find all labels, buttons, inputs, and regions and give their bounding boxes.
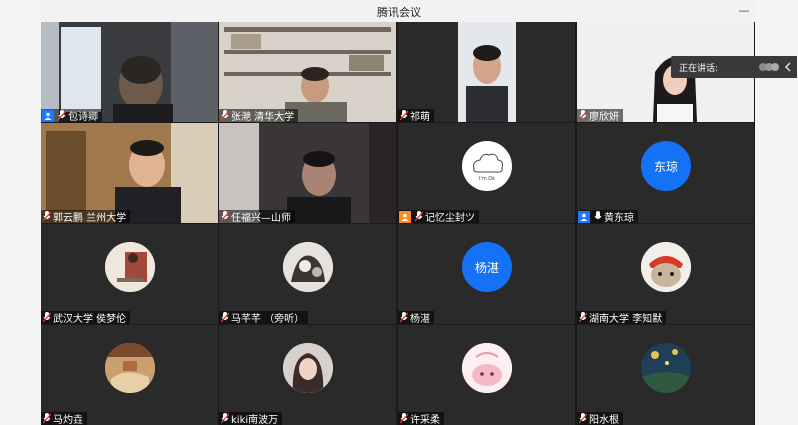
participant-name: 武汉大学 侯梦伦 bbox=[53, 314, 127, 324]
participant-tile[interactable]: 马芊芊 （旁听） bbox=[219, 224, 396, 324]
participant-name: 阳水根 bbox=[589, 415, 619, 425]
avatar: 杨湛 bbox=[462, 242, 512, 292]
participant-name: 包诗卿 bbox=[68, 112, 98, 122]
name-label: 许采柔 bbox=[398, 412, 444, 425]
profile-photo bbox=[283, 343, 333, 393]
participant-name: 马灼垚 bbox=[53, 415, 83, 425]
mic-muted-icon bbox=[400, 312, 408, 323]
name-label: 张滟 清华大学 bbox=[219, 109, 299, 122]
name-label: 记忆尘封ツ bbox=[398, 210, 479, 223]
name-label: 武汉大学 侯梦伦 bbox=[41, 311, 131, 324]
name-label: 马灼垚 bbox=[41, 412, 87, 425]
participant-name: 祁萌 bbox=[410, 112, 430, 122]
minimize-icon[interactable]: — bbox=[736, 3, 752, 19]
mic-muted-icon bbox=[221, 312, 229, 323]
participant-tile[interactable]: 武汉大学 侯梦伦 bbox=[41, 224, 218, 324]
video-grid: 包诗卿 张滟 清华大学 祁萌 廖欣妍 郭云鹏 兰州大学 任福兴—山师 I'm O… bbox=[41, 22, 755, 425]
name-label: 湖南大学 李知默 bbox=[577, 311, 667, 324]
participant-name: 黄东琼 bbox=[604, 213, 634, 223]
participant-name: 廖欣妍 bbox=[589, 112, 619, 122]
mic-muted-icon bbox=[579, 312, 587, 323]
video-feed bbox=[398, 22, 575, 122]
name-label: 廖欣妍 bbox=[577, 109, 623, 122]
participant-tile[interactable]: 阳水根 bbox=[577, 325, 754, 425]
participant-tile[interactable]: 杨湛 杨湛 bbox=[398, 224, 575, 324]
participant-name: 许采柔 bbox=[410, 415, 440, 425]
participant-tile[interactable]: 祁萌 bbox=[398, 22, 575, 122]
avatar: I'm Ok bbox=[462, 141, 512, 191]
video-feed bbox=[41, 22, 218, 122]
participant-tile[interactable]: 东琼 黄东琼 bbox=[577, 123, 754, 223]
profile-photo bbox=[641, 343, 691, 393]
participant-name: 马芊芊 （旁听） bbox=[231, 314, 305, 324]
profile-photo bbox=[105, 343, 155, 393]
participant-name: 任福兴—山师 bbox=[231, 213, 291, 223]
name-label: 郭云鹏 兰州大学 bbox=[41, 210, 131, 223]
mic-muted-icon bbox=[400, 110, 408, 121]
svg-text:I'm Ok: I'm Ok bbox=[479, 176, 495, 182]
name-label: 阳水根 bbox=[577, 412, 623, 425]
participant-tile[interactable]: kiki南波万 bbox=[219, 325, 396, 425]
name-label: 杨湛 bbox=[398, 311, 434, 324]
participant-name: 湖南大学 李知默 bbox=[589, 314, 663, 324]
name-label: 包诗卿 bbox=[41, 109, 102, 122]
mic-muted-icon bbox=[221, 211, 229, 222]
mic-muted-icon bbox=[221, 110, 229, 121]
video-feed bbox=[219, 22, 396, 122]
collapse-arrow-icon[interactable] bbox=[783, 61, 793, 73]
host-icon bbox=[42, 109, 54, 122]
name-label: 马芊芊 （旁听） bbox=[219, 311, 309, 324]
mic-muted-icon bbox=[400, 413, 408, 424]
mic-muted-icon bbox=[221, 413, 229, 424]
participant-tile[interactable]: 马灼垚 bbox=[41, 325, 218, 425]
participant-name: 张滟 清华大学 bbox=[231, 112, 295, 122]
participant-tile[interactable]: 许采柔 bbox=[398, 325, 575, 425]
avatar: 东琼 bbox=[641, 141, 691, 191]
window-title: 腾讯会议 bbox=[377, 6, 421, 19]
participant-tile[interactable]: 任福兴—山师 bbox=[219, 123, 396, 223]
speaking-indicator[interactable]: 正在讲话: bbox=[671, 56, 797, 78]
mic-muted-icon bbox=[43, 413, 51, 424]
mic-muted-icon bbox=[579, 413, 587, 424]
cloud-icon: I'm Ok bbox=[473, 153, 503, 182]
participant-tile[interactable]: 湖南大学 李知默 bbox=[577, 224, 754, 324]
name-label: 任福兴—山师 bbox=[219, 210, 295, 223]
avatar bbox=[105, 343, 155, 393]
participant-tile[interactable]: 包诗卿 bbox=[41, 22, 218, 122]
cat-photo bbox=[641, 242, 691, 292]
mic-muted-icon bbox=[43, 312, 51, 323]
mic-icon bbox=[594, 211, 602, 219]
video-feed bbox=[219, 123, 396, 223]
avatar bbox=[105, 242, 155, 292]
mic-muted-icon bbox=[415, 211, 423, 222]
mic-muted-icon bbox=[58, 110, 66, 121]
avatar bbox=[283, 242, 333, 292]
name-label: 黄东琼 bbox=[577, 210, 638, 223]
avatar bbox=[641, 242, 691, 292]
name-label: 祁萌 bbox=[398, 109, 434, 122]
mic-muted-icon bbox=[579, 110, 587, 121]
avatar bbox=[283, 343, 333, 393]
cohost-icon bbox=[399, 210, 411, 223]
profile-photo bbox=[283, 242, 333, 292]
profile-photo bbox=[462, 343, 512, 393]
name-label: kiki南波万 bbox=[219, 412, 283, 425]
participant-name: 杨湛 bbox=[410, 314, 430, 324]
speaker-avatars-icon bbox=[759, 63, 779, 71]
avatar bbox=[641, 343, 691, 393]
title-bar: 腾讯会议 — ❐ ✕ bbox=[0, 0, 798, 23]
video-feed bbox=[41, 123, 218, 223]
participant-name: kiki南波万 bbox=[231, 415, 279, 425]
speaking-label: 正在讲话: bbox=[679, 64, 719, 74]
left-margin bbox=[0, 0, 41, 425]
profile-photo bbox=[105, 242, 155, 292]
host-icon bbox=[578, 210, 590, 223]
avatar bbox=[462, 343, 512, 393]
participant-tile[interactable]: 郭云鹏 兰州大学 bbox=[41, 123, 218, 223]
participant-name: 郭云鹏 兰州大学 bbox=[53, 213, 127, 223]
mic-muted-icon bbox=[43, 211, 51, 222]
participant-tile[interactable]: I'm Ok 记忆尘封ツ bbox=[398, 123, 575, 223]
participant-tile[interactable]: 张滟 清华大学 bbox=[219, 22, 396, 122]
participant-name: 记忆尘封ツ bbox=[425, 213, 475, 223]
